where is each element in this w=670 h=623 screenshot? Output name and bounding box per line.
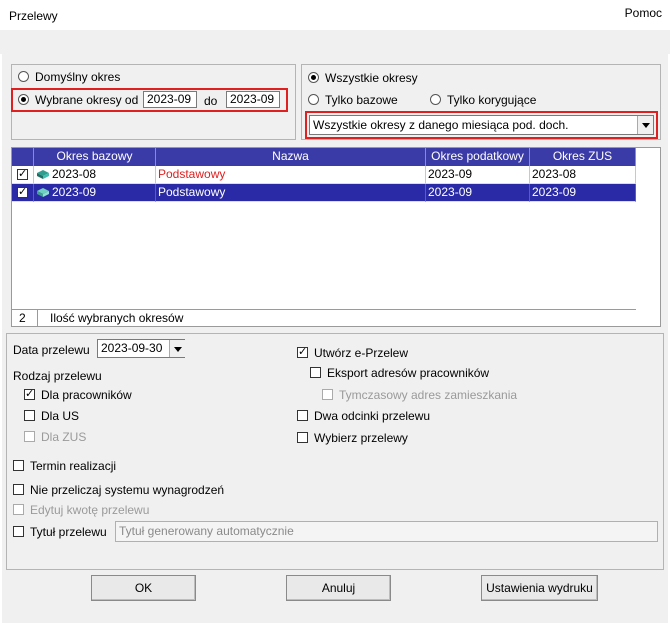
for-employees-checkbox[interactable]: ✓ xyxy=(24,389,35,400)
for-zus-label: Dla ZUS xyxy=(41,430,87,444)
edit-amount-label: Edytuj kwotę przelewu xyxy=(30,503,150,517)
temp-address-label: Tymczasowy adres zamieszkania xyxy=(339,388,518,402)
row-base-period: 2023-08 xyxy=(34,166,156,184)
book-icon xyxy=(37,170,49,179)
all-periods-label: Wszystkie okresy xyxy=(325,71,418,85)
two-slips-label: Dwa odcinki przelewu xyxy=(314,409,431,423)
grid-header-tax[interactable]: Okres podatkowy xyxy=(426,148,530,166)
row-tax-period: 2023-09 xyxy=(426,166,530,184)
row-name: Podstawowy xyxy=(156,184,426,202)
two-slips-checkbox[interactable] xyxy=(297,410,308,421)
grid-header-base[interactable]: Okres bazowy xyxy=(34,148,156,166)
period-to-input[interactable]: 2023-09 xyxy=(226,91,280,108)
transfer-date-label: Data przelewu xyxy=(13,343,90,357)
period-to-label: do xyxy=(204,94,218,108)
chevron-down-icon[interactable] xyxy=(637,116,653,134)
grid-header-name[interactable]: Nazwa xyxy=(156,148,426,166)
no-recalc-label: Nie przeliczaj systemu wynagrodzeń xyxy=(30,483,225,497)
base-only-label: Tylko bazowe xyxy=(325,93,398,107)
choose-transfers-label: Wybierz przelewy xyxy=(314,431,408,445)
help-menu[interactable]: Pomoc xyxy=(625,6,662,20)
transfer-title-input[interactable]: Tytuł generowany automatycznie xyxy=(115,521,658,542)
cancel-button[interactable]: Anuluj xyxy=(286,575,391,601)
period-from-input[interactable]: 2023-09 xyxy=(143,91,197,108)
export-addresses-label: Eksport adresów pracowników xyxy=(327,366,490,380)
edit-amount-checkbox[interactable] xyxy=(13,504,24,515)
print-settings-button[interactable]: Ustawienia wydruku xyxy=(481,575,598,601)
no-recalc-checkbox[interactable] xyxy=(13,484,24,495)
period-scope-value: Wszystkie okresy z danego miesiąca pod. … xyxy=(313,118,569,132)
selected-period-radio[interactable] xyxy=(18,94,29,105)
row-base-period: 2023-09 xyxy=(34,184,156,202)
create-e-transfer-checkbox[interactable]: ✓ xyxy=(297,347,308,358)
temp-address-checkbox[interactable] xyxy=(322,389,333,400)
create-e-transfer-label: Utwórz e-Przelew xyxy=(314,346,409,360)
transfer-title-label: Tytuł przelewu xyxy=(30,525,107,539)
grid-header-check xyxy=(12,148,34,166)
date-dropdown-icon[interactable] xyxy=(169,340,185,357)
for-employees-label: Dla pracowników xyxy=(41,388,132,402)
row-tax-period: 2023-09 xyxy=(426,184,530,202)
choose-transfers-checkbox[interactable] xyxy=(297,432,308,443)
menu-bar xyxy=(0,30,670,54)
selected-period-label: Wybrane okresy od xyxy=(35,93,139,107)
book-icon xyxy=(37,188,49,197)
deadline-checkbox[interactable] xyxy=(13,460,24,471)
row-zus-period: 2023-08 xyxy=(530,166,636,184)
transfer-type-label: Rodzaj przelewu xyxy=(13,369,102,383)
deadline-label: Termin realizacji xyxy=(30,459,117,473)
row-name: Podstawowy xyxy=(156,166,426,184)
default-period-radio[interactable] xyxy=(18,71,29,82)
period-scope-select[interactable]: Wszystkie okresy z danego miesiąca pod. … xyxy=(309,115,654,135)
title-bar xyxy=(0,0,670,30)
for-zus-checkbox[interactable] xyxy=(24,431,35,442)
grid-header-zus[interactable]: Okres ZUS xyxy=(530,148,636,166)
selected-count: 2 xyxy=(19,311,26,325)
ok-button[interactable]: OK xyxy=(91,575,196,601)
window-title: Przelewy xyxy=(9,9,58,23)
for-us-label: Dla US xyxy=(41,409,80,423)
row-checkbox[interactable]: ✓ xyxy=(17,169,28,180)
default-period-label: Domyślny okres xyxy=(35,70,121,84)
for-us-checkbox[interactable] xyxy=(24,410,35,421)
row-checkbox[interactable]: ✓ xyxy=(17,187,28,198)
export-addresses-checkbox[interactable] xyxy=(310,367,321,378)
base-only-radio[interactable] xyxy=(308,94,319,105)
all-periods-radio[interactable] xyxy=(308,72,319,83)
row-zus-period: 2023-09 xyxy=(530,184,636,202)
footer-divider xyxy=(37,309,38,326)
transfer-title-checkbox[interactable] xyxy=(13,526,24,537)
transfer-date-value: 2023-09-30 xyxy=(101,341,163,355)
correction-only-radio[interactable] xyxy=(430,94,441,105)
correction-only-label: Tylko korygujące xyxy=(447,93,537,107)
selected-count-label: Ilość wybranych okresów xyxy=(50,311,184,325)
